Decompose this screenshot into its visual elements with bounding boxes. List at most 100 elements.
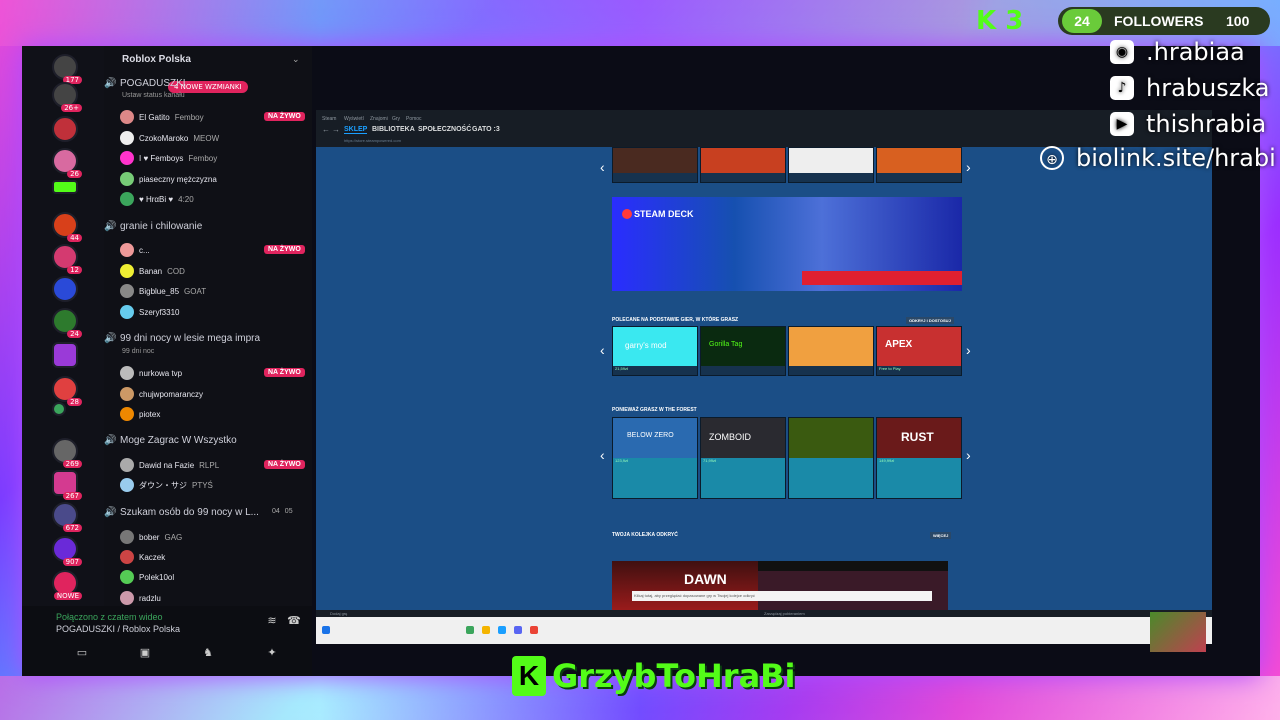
server-icon[interactable]: 269 [52,438,82,468]
voice-user[interactable]: Bigblue_85 GOAT [120,284,206,298]
voice-user[interactable]: chujwpomaranczy [120,387,203,401]
server-icon[interactable] [52,342,78,368]
voice-user[interactable]: Polek10ol [120,570,174,584]
game-tile[interactable] [876,147,962,183]
noise-suppression-icon[interactable]: ≋ [262,614,282,630]
kick-icon[interactable] [52,180,78,194]
carousel-next-arrow[interactable]: › [966,159,971,175]
carousel-prev-arrow[interactable]: ‹ [600,447,605,463]
game-tile[interactable]: RUST 149,99zł [876,417,962,499]
disconnect-icon[interactable]: ☎ [284,614,304,630]
downloads-button[interactable]: Zarządzaj pobieraniem [764,611,805,616]
server-icon[interactable]: 24 [52,308,82,338]
voice-user[interactable]: piotex [120,407,160,421]
connected-channel[interactable]: POGADUSZKI / Roblox Polska [56,624,180,634]
server-icon[interactable] [52,402,66,416]
game-tile[interactable] [700,147,786,183]
voice-user[interactable]: Szeryf3310 [120,305,179,319]
avatar [120,478,134,492]
taskbar-app-icon[interactable] [466,626,474,634]
soundboard-icon[interactable]: ✦ [262,646,282,662]
voice-user[interactable]: Banan COD [120,264,185,278]
forward-arrow-icon[interactable]: → [332,125,340,134]
server-icon[interactable] [52,276,78,302]
windows-start-icon[interactable] [322,626,330,634]
server-icon[interactable]: 26 [52,148,82,178]
server-icon[interactable] [52,116,78,142]
server-icon[interactable]: 672 [52,502,82,532]
server-icon[interactable]: 267 [52,470,82,500]
taskbar-app-icon[interactable] [514,626,522,634]
voice-user[interactable]: piaseczny mężczyzna [120,172,217,186]
voice-user[interactable]: Dawid na Fazie RLPL [120,458,219,472]
menu-games[interactable]: Gry [392,116,400,122]
carousel-next-arrow[interactable]: › [966,342,971,358]
server-icon[interactable]: 28 [52,376,82,406]
screen-capture: 177 26+ 26 44 12 24 28 269 267 672 907 N… [22,46,1260,676]
url-bar[interactable]: https://store.steampowered.com [344,138,401,143]
voice-user[interactable]: CzokoMaroko MEOW [120,131,219,145]
voice-channel[interactable]: 🔊 granie i chilowanie [104,221,202,232]
menu-view[interactable]: Wyświetl [344,116,364,122]
carousel-prev-arrow[interactable]: ‹ [600,342,605,358]
discord-server-rail: 177 26+ 26 44 12 24 28 269 267 672 907 N… [22,46,104,676]
video-icon[interactable]: ▭ [72,646,92,662]
game-tile[interactable] [788,417,874,499]
speaker-icon: 🔊 [104,333,117,344]
server-icon[interactable]: NOWE [52,570,82,600]
price-bar [877,173,961,182]
channel-status: 99 dni noc [122,348,155,355]
server-name[interactable]: Roblox Polska [122,54,191,65]
voice-user[interactable]: Kaczek [120,550,165,564]
voice-channel[interactable]: 🔊 POGADUSZKI [104,78,186,89]
voice-user[interactable]: radzlu [120,591,161,605]
voice-user[interactable]: ♥ HrαBi ♥ 4:20 [120,192,194,206]
tab-community[interactable]: SPOŁECZNOŚĆ [418,126,471,133]
menu-help[interactable]: Pomoc [406,116,422,122]
steam-deck-banner[interactable]: STEAM DECK [612,197,962,291]
webcam-thumbnail [1150,612,1206,652]
screen-share-icon[interactable]: ▣ [135,646,155,662]
taskbar-app-icon[interactable] [482,626,490,634]
voice-user[interactable]: ダウン・サジ PTYŚ [120,478,213,492]
voice-user[interactable]: c... [120,243,150,257]
game-tile[interactable]: Gorilla Tag [700,326,786,376]
steam-deck-logo-icon [622,209,632,219]
taskbar-app-icon[interactable] [498,626,506,634]
server-icon[interactable]: 26+ [52,82,82,112]
tab-library[interactable]: BIBLIOTEKA [372,126,415,133]
avatar [120,458,134,472]
voice-user[interactable]: I ♥ Femboys Femboy [120,151,217,165]
server-icon[interactable]: 44 [52,212,82,242]
taskbar-app-icon[interactable] [530,626,538,634]
game-tile[interactable] [788,147,874,183]
game-tile[interactable]: garry's mod 21,59zł [612,326,698,376]
carousel-prev-arrow[interactable]: ‹ [600,159,605,175]
server-icon[interactable]: 907 [52,536,82,566]
voice-channel[interactable]: 🔊 Szukam osób do 99 nocy w L... [104,507,259,518]
game-tile[interactable]: BELOW ZERO 123,9zł [612,417,698,499]
queue-more-button[interactable]: WIĘCEJ [930,532,952,539]
game-tile[interactable] [788,326,874,376]
steam-store-page: ‹ › STEAM DECK POLECANE NA PODSTAWIE GIE… [316,147,1212,631]
voice-user[interactable]: bober GAG [120,530,182,544]
chevron-down-icon[interactable]: ⌄ [292,54,300,65]
add-game-button[interactable]: Dodaj grę [330,611,347,616]
tab-store[interactable]: SKLEP [344,126,368,134]
menu-steam[interactable]: Steam [322,116,336,122]
server-icon[interactable]: 177 [52,54,82,84]
activity-icon[interactable]: ♞ [198,646,218,662]
game-tile[interactable]: ZOMBOID 71,99zł [700,417,786,499]
menu-friends[interactable]: Znajomi [370,116,388,122]
customize-button[interactable]: ODKRYJ I DOSTOSUJ [906,317,954,324]
voice-channel[interactable]: 🔊 99 dni nocy w lesie mega impra [104,333,260,344]
server-icon[interactable]: 12 [52,244,82,274]
back-arrow-icon[interactable]: ← [322,125,330,134]
game-tile[interactable] [612,147,698,183]
tab-profile[interactable]: GATO :3 [472,126,500,133]
game-tile[interactable]: APEX Free to Play [876,326,962,376]
voice-user[interactable]: nurkowa tvp [120,366,182,380]
voice-user[interactable]: El Gatito Femboy [120,110,204,124]
voice-channel[interactable]: 🔊 Moge Zagrac W Wszystko [104,435,237,446]
carousel-next-arrow[interactable]: › [966,447,971,463]
